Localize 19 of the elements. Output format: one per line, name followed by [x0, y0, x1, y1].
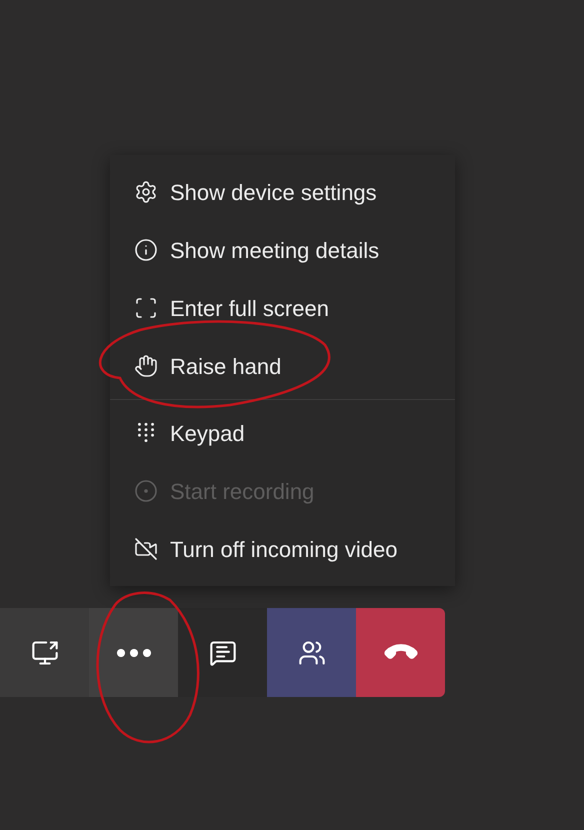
record-icon — [134, 479, 158, 503]
hand-icon — [134, 354, 158, 378]
menu-item[interactable]: Turn off incoming video — [110, 520, 455, 578]
settings-icon — [134, 180, 158, 204]
menu-item[interactable]: Show device settings — [110, 163, 455, 221]
share-button[interactable] — [0, 608, 89, 697]
video-off-icon — [134, 537, 158, 561]
info-icon — [134, 238, 158, 262]
fullscreen-icon — [134, 296, 158, 320]
menu-item[interactable]: Keypad — [110, 404, 455, 462]
people-icon — [298, 638, 326, 666]
menu-item[interactable]: Show meeting details — [110, 221, 455, 279]
hang-up-button[interactable] — [356, 608, 445, 697]
people-button[interactable] — [267, 608, 356, 697]
share-screen-icon — [30, 638, 58, 666]
chat-icon — [208, 638, 236, 666]
menu-item[interactable]: Raise hand — [110, 337, 455, 395]
menu-item[interactable]: Enter full screen — [110, 279, 455, 337]
more-icon — [116, 648, 152, 658]
